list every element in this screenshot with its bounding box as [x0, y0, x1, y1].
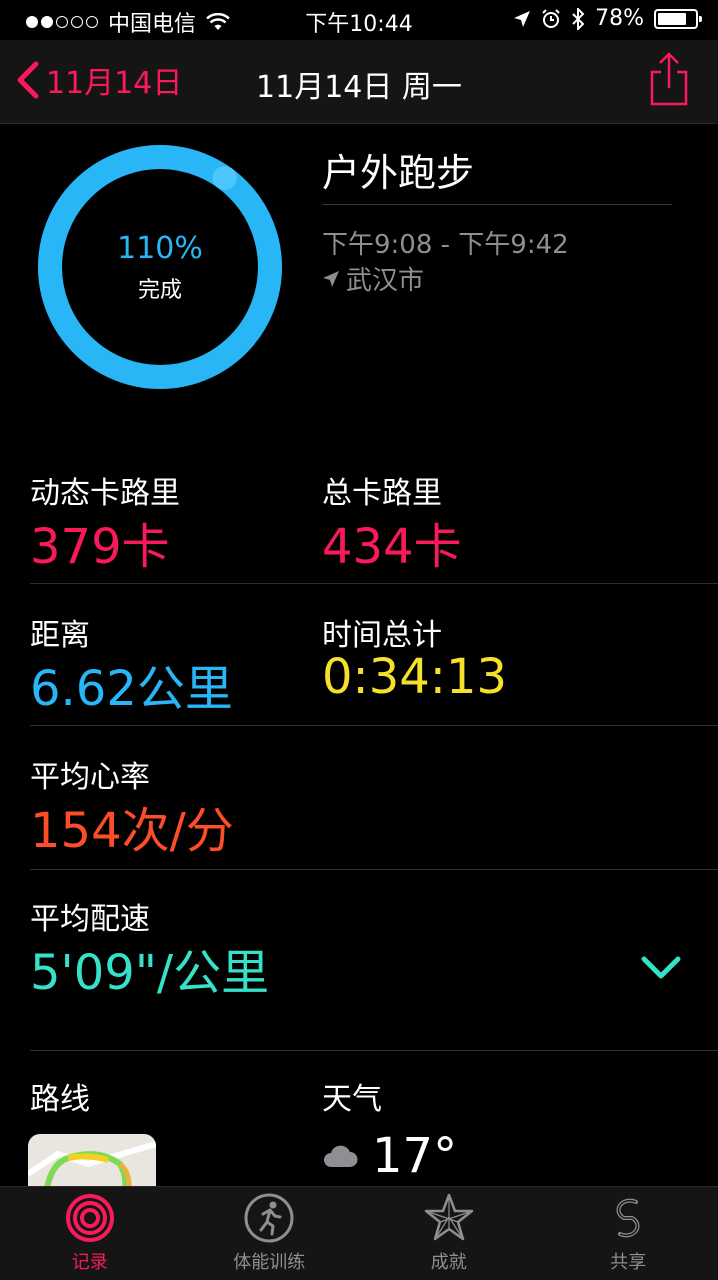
tab-label: 体能训练 [233, 1252, 306, 1273]
location-arrow-icon [323, 270, 339, 287]
duration-label: 时间总计 [322, 618, 442, 653]
tab-history[interactable]: 记录 [0, 1187, 180, 1280]
location-name: 武汉市 [346, 266, 425, 296]
back-button-label: 11月14日 [46, 66, 183, 101]
bluetooth-icon [572, 7, 585, 30]
heart-rate-value: 154次/分 [30, 803, 234, 859]
activity-rings-icon [65, 1194, 114, 1242]
running-figure-icon [244, 1193, 294, 1243]
route-path-icon [28, 1141, 156, 1194]
weather-info: 17° [322, 1128, 457, 1184]
tab-workouts[interactable]: 体能训练 [180, 1187, 360, 1280]
heart-rate-label: 平均心率 [30, 760, 150, 795]
share-icon[interactable] [648, 50, 690, 106]
tab-label: 记录 [71, 1252, 108, 1273]
tab-bar: 记录 体能训练 成就 共享 [0, 1186, 718, 1280]
star-icon [424, 1193, 473, 1241]
status-bar: 中国电信 下午10:44 78% [0, 0, 718, 40]
duration-value: 0:34:13 [322, 649, 508, 705]
tab-sharing[interactable]: 共享 [539, 1187, 718, 1280]
back-button[interactable]: 11月14日 [14, 58, 182, 102]
weather-label: 天气 [322, 1082, 382, 1117]
divider [30, 1050, 718, 1051]
workout-time-range: 下午9:08 - 下午9:42 [322, 230, 569, 260]
chevron-down-icon[interactable] [640, 950, 682, 986]
pace-label: 平均配速 [30, 902, 150, 937]
active-calories-label: 动态卡路里 [30, 476, 180, 511]
active-calories-value: 379卡 [30, 519, 170, 575]
cloud-icon [324, 1145, 358, 1167]
chevron-left-icon [17, 61, 39, 99]
distance-label: 距离 [30, 618, 90, 653]
navigation-bar: 11月14日 11月14日 周一 [0, 40, 718, 124]
alarm-icon [542, 8, 560, 28]
tab-label: 共享 [610, 1252, 647, 1273]
total-calories-label: 总卡路里 [322, 476, 442, 511]
share-s-icon [616, 1198, 640, 1238]
ring-label: 完成 [137, 277, 182, 303]
temperature: 17° [372, 1128, 458, 1184]
workout-location: 武汉市 [322, 260, 424, 297]
tab-achievements[interactable]: 成就 [359, 1187, 539, 1280]
pace-value: 5'09"/公里 [30, 945, 270, 1001]
status-right: 78% [513, 6, 702, 31]
divider [30, 725, 718, 726]
distance-value: 6.62公里 [30, 661, 233, 717]
divider [30, 869, 718, 870]
ring-percent: 110% [117, 230, 203, 266]
ring-center: 110% 完成 [36, 143, 284, 391]
route-label: 路线 [30, 1082, 90, 1117]
workout-title: 户外跑步 [322, 151, 475, 195]
header-divider [322, 204, 672, 205]
location-arrow-icon [514, 10, 531, 27]
tab-label: 成就 [430, 1252, 467, 1273]
battery-level-fill [658, 12, 687, 25]
divider [30, 583, 718, 584]
route-map-thumbnail[interactable] [28, 1134, 156, 1194]
total-calories-value: 434卡 [322, 519, 462, 575]
battery-percent: 78% [595, 6, 644, 31]
battery-icon [654, 8, 702, 29]
